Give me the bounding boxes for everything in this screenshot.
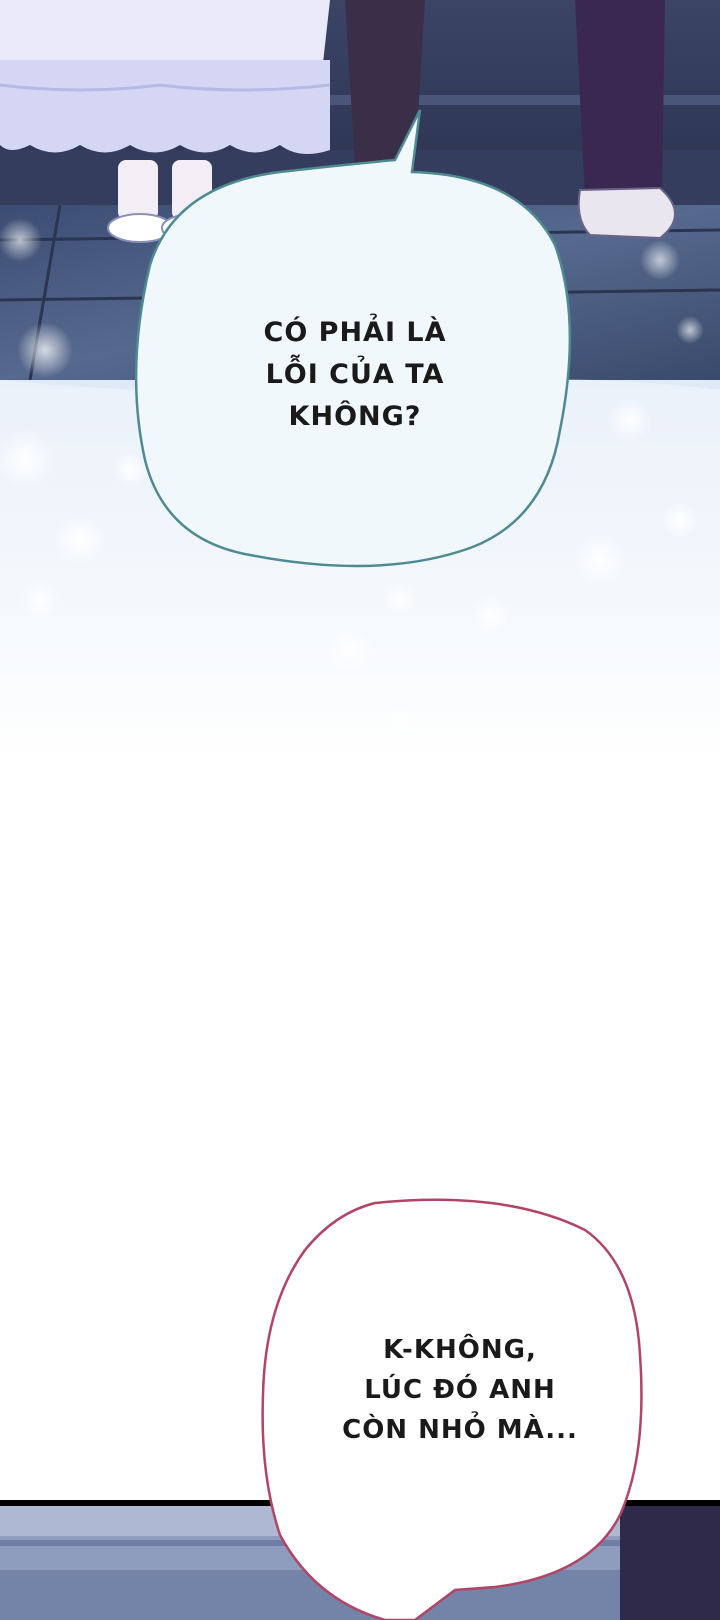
- bubble-2-line-1: K-KHÔNG,: [383, 1334, 537, 1365]
- bubble-2-line-2: LÚC ĐÓ ANH: [364, 1374, 556, 1405]
- bubble-2-line-3: CÒN NHỎ MÀ...: [342, 1415, 578, 1446]
- girl-dress: [0, 0, 331, 154]
- bubble-1-line-1: CÓ PHẢI LÀ: [263, 317, 447, 349]
- top-scene-panel: CÓ PHẢI LÀ LỖI CỦA TA KHÔNG?: [0, 0, 720, 760]
- bubble-1-line-3: KHÔNG?: [288, 400, 422, 432]
- speech-bubble-2: K-KHÔNG, LÚC ĐÓ ANH CÒN NHỎ MÀ...: [300, 1320, 620, 1460]
- bubble-1-line-2: LỖI CỦA TA: [265, 359, 445, 391]
- speech-bubble-1: CÓ PHẢI LÀ LỖI CỦA TA KHÔNG?: [175, 290, 535, 460]
